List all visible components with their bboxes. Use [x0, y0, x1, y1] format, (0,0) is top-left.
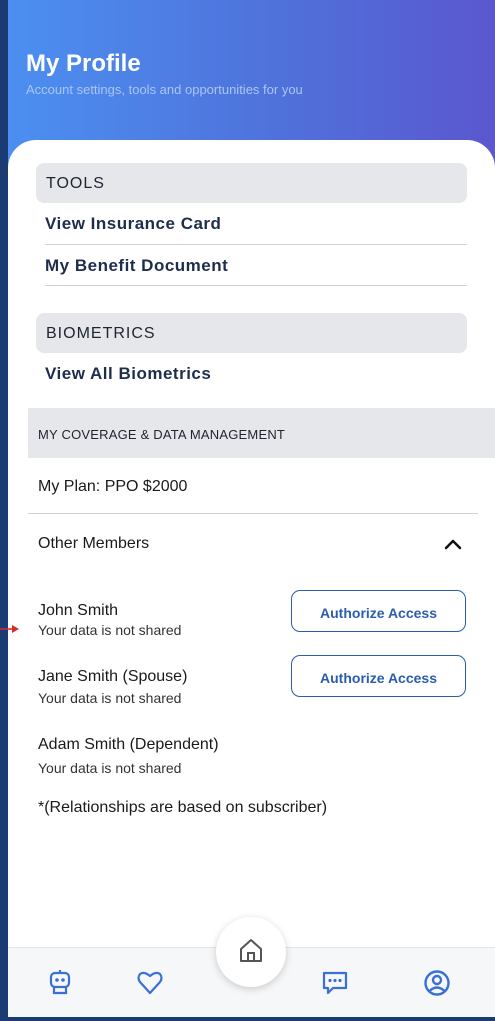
authorize-access-button[interactable]: Authorize Access: [291, 655, 466, 697]
divider: [45, 285, 467, 286]
app-frame: My Profile Account settings, tools and o…: [8, 0, 495, 1017]
biometrics-heading: BIOMETRICS: [46, 325, 156, 342]
coverage-section-header: MY COVERAGE & DATA MANAGEMENT: [28, 408, 495, 458]
view-all-biometrics-link[interactable]: View All Biometrics: [45, 364, 211, 384]
view-insurance-card-link[interactable]: View Insurance Card: [45, 214, 221, 234]
tools-heading: TOOLS: [46, 175, 105, 192]
page-title: My Profile: [26, 50, 141, 77]
my-benefit-document-link[interactable]: My Benefit Document: [45, 256, 228, 276]
member-status: Your data is not shared: [38, 622, 182, 638]
member-status: Your data is not shared: [38, 690, 182, 706]
member-name: Adam Smith (Dependent): [38, 736, 219, 753]
divider: [28, 513, 478, 514]
page-subtitle: Account settings, tools and opportunitie…: [26, 82, 303, 97]
biometrics-section-header: BIOMETRICS: [36, 313, 467, 353]
my-plan-label[interactable]: My Plan: PPO $2000: [38, 478, 187, 496]
annotation-arrow-icon: [0, 625, 19, 633]
member-status: Your data is not shared: [38, 760, 182, 776]
home-icon: [240, 939, 262, 962]
member-name: John Smith: [38, 602, 119, 619]
home-button[interactable]: [216, 917, 286, 987]
chat-icon[interactable]: [320, 968, 350, 998]
chevron-up-icon[interactable]: [441, 534, 465, 554]
member-name: Jane Smith (Spouse): [38, 668, 188, 685]
divider: [45, 244, 467, 245]
other-members-label[interactable]: Other Members: [38, 535, 149, 553]
profile-icon[interactable]: [422, 968, 452, 998]
tools-section-header: TOOLS: [36, 163, 467, 203]
relationship-note: *(Relationships are based on subscriber): [38, 799, 328, 816]
heart-icon[interactable]: [135, 968, 165, 998]
assistant-icon[interactable]: [45, 968, 75, 998]
authorize-access-button[interactable]: Authorize Access: [291, 590, 466, 632]
coverage-heading: MY COVERAGE & DATA MANAGEMENT: [38, 427, 286, 442]
